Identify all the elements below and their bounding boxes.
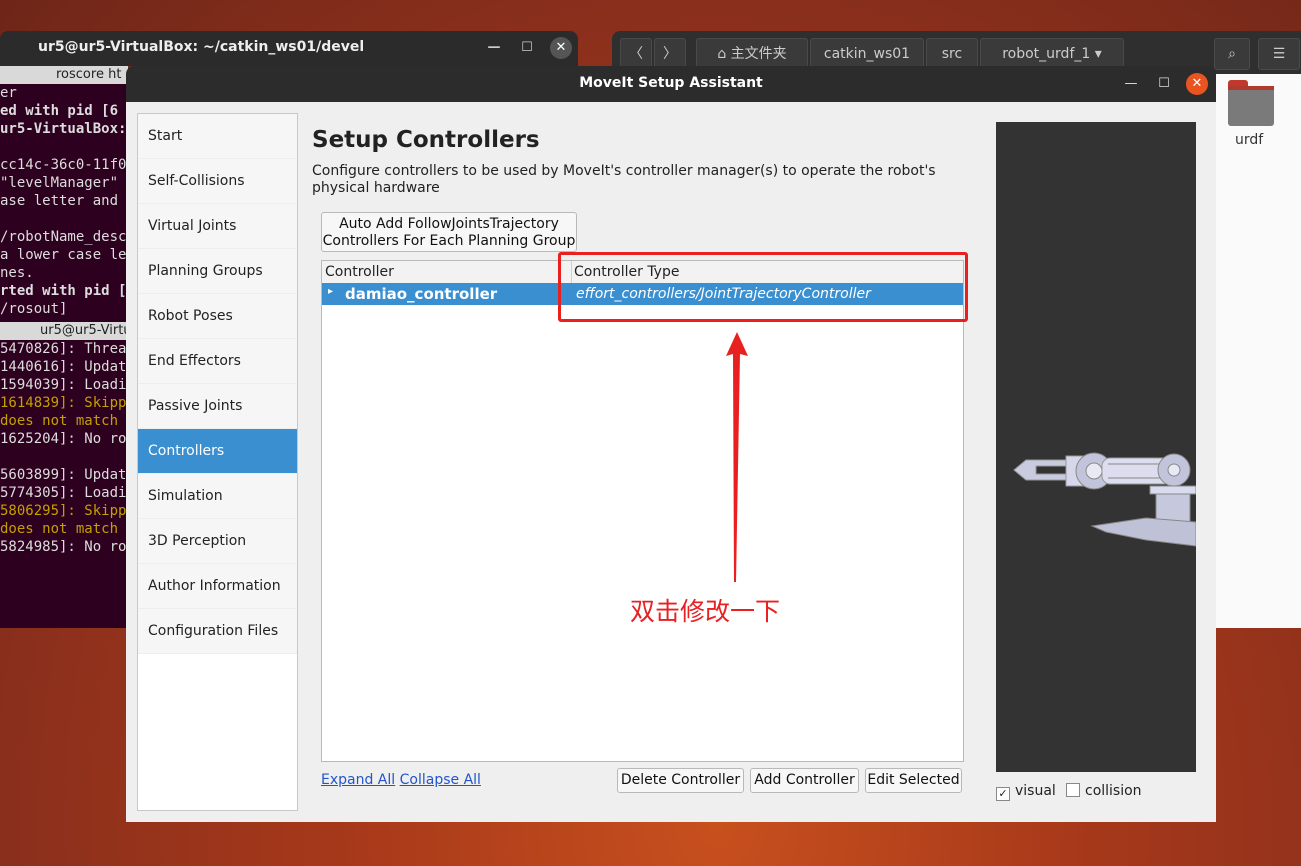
- robot-3d-view[interactable]: [996, 122, 1196, 772]
- chevron-down-icon: ▾: [1090, 46, 1102, 62]
- nav-item-end-effectors[interactable]: End Effectors: [138, 339, 297, 384]
- auto-add-controllers-button[interactable]: Auto Add FollowJointsTrajectory Controll…: [321, 212, 577, 252]
- terminal-line: ur5-VirtualBox:: [0, 121, 127, 137]
- nav-item-configuration-files[interactable]: Configuration Files: [138, 609, 297, 654]
- expand-collapse-links: Expand All Collapse All: [321, 772, 481, 788]
- terminal-output-bottom: 5470826]: Threa 1440616]: Updat 1594039]: …: [0, 340, 128, 556]
- nav-item-robot-poses[interactable]: Robot Poses: [138, 294, 297, 339]
- terminal-titlebar[interactable]: ur5@ur5-VirtualBox: ~/catkin_ws01/devel …: [0, 31, 578, 66]
- terminal-line: nes.: [0, 265, 34, 281]
- terminal-line: 5603899]: Updat: [0, 467, 127, 483]
- collapse-all-link[interactable]: Collapse All: [400, 772, 481, 788]
- nav-item-simulation[interactable]: Simulation: [138, 474, 297, 519]
- controller-name[interactable]: damiao_controller: [345, 285, 497, 303]
- terminal-line: 5806295]: Skipp: [0, 503, 127, 519]
- home-icon: ⌂: [717, 46, 731, 62]
- expand-all-link[interactable]: Expand All: [321, 772, 395, 788]
- nav-item-passive-joints[interactable]: Passive Joints: [138, 384, 297, 429]
- maximize-icon[interactable]: ☐: [516, 37, 538, 59]
- annotation-highlight-box: [558, 252, 968, 322]
- minimize-icon[interactable]: —: [1120, 73, 1142, 95]
- nav-item-virtual-joints[interactable]: Virtual Joints: [138, 204, 297, 249]
- checkbox-unchecked-icon[interactable]: [1066, 783, 1080, 797]
- nav-item-author-information[interactable]: Author Information: [138, 564, 297, 609]
- terminal-line: 5774305]: Loadi: [0, 485, 127, 501]
- add-controller-button[interactable]: Add Controller: [750, 768, 859, 793]
- close-icon[interactable]: ✕: [550, 37, 572, 59]
- nav-item-3d-perception[interactable]: 3D Perception: [138, 519, 297, 564]
- nav-item-controllers[interactable]: Controllers: [138, 429, 297, 474]
- page-title: Setup Controllers: [312, 127, 540, 153]
- terminal-tab[interactable]: ur5@ur5-Virtu: [0, 322, 128, 340]
- close-icon[interactable]: ✕: [1186, 73, 1208, 95]
- terminal-line: er: [0, 85, 17, 101]
- checkbox-checked-icon[interactable]: ✓: [996, 787, 1010, 801]
- delete-controller-button[interactable]: Delete Controller: [617, 768, 744, 793]
- terminal-body[interactable]: roscore ht er ed with pid [6 ur5-VirtualBo…: [0, 66, 128, 628]
- nav-item-self-collisions[interactable]: Self-Collisions: [138, 159, 297, 204]
- terminal-line: does not match: [0, 521, 119, 537]
- terminal-line: cc14c-36c0-11f0: [0, 157, 127, 173]
- terminal-line: 1625204]: No ro: [0, 431, 127, 447]
- minimize-icon[interactable]: —: [483, 37, 505, 59]
- maximize-icon[interactable]: ☐: [1153, 73, 1175, 95]
- collision-checkbox[interactable]: collision: [1066, 783, 1142, 799]
- folder-label[interactable]: urdf: [1235, 132, 1263, 148]
- terminal-line: ase letter and: [0, 193, 119, 209]
- search-icon[interactable]: ⌕: [1214, 38, 1250, 70]
- annotation-arrow: [726, 332, 748, 582]
- terminal-line: 5470826]: Threa: [0, 341, 127, 357]
- terminal-line: /robotName_desc: [0, 229, 127, 245]
- list-view-icon[interactable]: ☰: [1258, 38, 1300, 70]
- controllers-table[interactable]: Controller Controller Type ▸ damiao_cont…: [321, 260, 964, 762]
- edit-selected-button[interactable]: Edit Selected: [865, 768, 962, 793]
- terminal-line: does not match: [0, 413, 119, 429]
- annotation-text: 双击修改一下: [630, 597, 781, 626]
- terminal-line: 1614839]: Skipp: [0, 395, 127, 411]
- dialog-titlebar[interactable]: MoveIt Setup Assistant — ☐ ✕: [126, 66, 1216, 102]
- terminal-line: 5824985]: No ro: [0, 539, 127, 555]
- setup-nav: Start Self-Collisions Virtual Joints Planni…: [137, 113, 298, 811]
- folder-icon[interactable]: [1228, 80, 1274, 126]
- page-description: Configure controllers to be used by Move…: [312, 163, 936, 196]
- terminal-line: ed with pid [6: [0, 103, 119, 119]
- robot-arm-model: [1013, 452, 1196, 547]
- visual-checkbox[interactable]: ✓ visual: [996, 783, 1056, 801]
- terminal-title: ur5@ur5-VirtualBox: ~/catkin_ws01/devel: [38, 39, 365, 55]
- dialog-title: MoveIt Setup Assistant: [579, 75, 763, 91]
- file-manager-content: urdf: [1216, 74, 1301, 628]
- nav-item-planning-groups[interactable]: Planning Groups: [138, 249, 297, 294]
- terminal-tab[interactable]: roscore ht: [0, 66, 128, 84]
- terminal-line: "levelManager": [0, 175, 119, 191]
- terminal-output-top: er ed with pid [6 ur5-VirtualBox: cc14c-36c…: [0, 84, 128, 318]
- terminal-line: 1594039]: Loadi: [0, 377, 127, 393]
- terminal-line: 1440616]: Updat: [0, 359, 127, 375]
- terminal-line: rted with pid [: [0, 283, 127, 299]
- terminal-line: /rosout]: [0, 301, 68, 317]
- terminal-line: a lower case le: [0, 247, 127, 263]
- column-header-controller[interactable]: Controller: [325, 264, 394, 280]
- expand-arrow-icon[interactable]: ▸: [328, 286, 333, 297]
- nav-item-start[interactable]: Start: [138, 114, 297, 159]
